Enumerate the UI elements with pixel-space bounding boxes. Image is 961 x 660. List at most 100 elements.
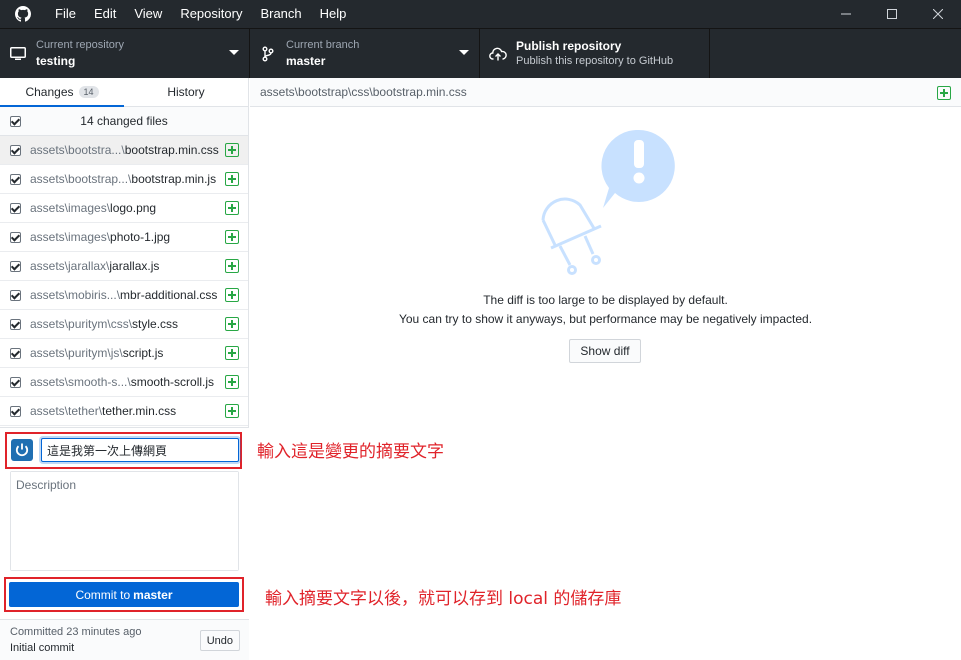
- list-item[interactable]: assets\images\photo-1.jpg: [0, 223, 248, 252]
- large-diff-illustration-icon: [541, 130, 675, 275]
- list-item[interactable]: assets\bootstra...\bootstrap.min.css: [0, 136, 248, 165]
- file-checkbox[interactable]: [10, 348, 21, 359]
- description-box: [10, 471, 239, 571]
- file-added-icon: [225, 288, 239, 302]
- list-item[interactable]: assets\smooth-s...\smooth-scroll.js: [0, 368, 248, 397]
- maximize-icon: [887, 9, 897, 19]
- power-icon: [15, 443, 29, 457]
- list-item[interactable]: assets\images\logo.png: [0, 194, 248, 223]
- branch-name: master: [286, 54, 326, 68]
- show-diff-button[interactable]: Show diff: [569, 339, 641, 363]
- close-button[interactable]: [915, 0, 961, 28]
- tab-history[interactable]: History: [124, 78, 248, 106]
- publish-title: Publish repository: [516, 39, 622, 53]
- current-branch-dropdown[interactable]: Current branch master: [250, 29, 480, 78]
- monitor-icon: [0, 46, 36, 61]
- menu-help[interactable]: Help: [311, 0, 356, 28]
- file-checkbox[interactable]: [10, 290, 21, 301]
- menu-bar: File Edit View Repository Branch Help: [46, 0, 355, 28]
- file-name: jarallax.js: [109, 259, 160, 273]
- commit-form: Commit to master Committed 23 minutes ag…: [0, 427, 249, 660]
- file-name: bootstrap.min.css: [124, 143, 219, 157]
- file-added-icon: [225, 346, 239, 360]
- file-added-icon: [225, 172, 239, 186]
- tab-history-label: History: [167, 85, 205, 99]
- last-commit-message: Initial commit: [10, 642, 75, 654]
- list-item[interactable]: assets\jarallax\jarallax.js: [0, 252, 248, 281]
- list-item[interactable]: assets\puritym\js\script.js: [0, 339, 248, 368]
- changes-sidebar: Changes 14 History 14 changed files asse…: [0, 78, 249, 660]
- file-path: assets\puritym\js\script.js: [30, 339, 163, 368]
- tab-changes-label: Changes: [25, 85, 74, 99]
- summary-annotation: 輸入這是變更的摘要文字: [257, 442, 444, 462]
- file-path: assets\tether\tether.min.css: [30, 397, 176, 426]
- file-dir: assets\tether\: [30, 404, 103, 418]
- file-checkbox[interactable]: [10, 203, 21, 214]
- sidebar-tabs: Changes 14 History: [0, 78, 248, 107]
- file-checkbox[interactable]: [10, 232, 21, 243]
- file-path: assets\smooth-s...\smooth-scroll.js: [30, 368, 214, 397]
- list-item[interactable]: assets\bootstrap...\bootstrap.min.js: [0, 165, 248, 194]
- cloud-upload-icon: [480, 47, 516, 61]
- file-dir: assets\bootstrap...\: [30, 172, 132, 186]
- file-dir: assets\puritym\css\: [30, 317, 133, 331]
- summary-highlight: [5, 432, 242, 469]
- minimize-icon: [841, 13, 851, 15]
- file-name: tether.min.css: [102, 404, 177, 418]
- menu-edit[interactable]: Edit: [85, 0, 125, 28]
- file-name: logo.png: [110, 201, 157, 215]
- commit-summary-input[interactable]: [41, 438, 239, 462]
- commit-button-prefix: Commit to: [75, 587, 131, 602]
- menu-file[interactable]: File: [46, 0, 85, 28]
- current-repository-dropdown[interactable]: Current repository testing: [0, 29, 250, 78]
- last-commit-time: Committed 23 minutes ago: [10, 626, 142, 638]
- file-added-icon: [225, 201, 239, 215]
- menu-branch[interactable]: Branch: [251, 0, 310, 28]
- list-item[interactable]: assets\mobiris...\mbr-additional.css: [0, 281, 248, 310]
- file-checkbox[interactable]: [10, 406, 21, 417]
- file-checkbox[interactable]: [10, 261, 21, 272]
- file-name: style.css: [132, 317, 179, 331]
- list-item[interactable]: assets\puritym\css\style.css: [0, 310, 248, 339]
- file-added-icon: [225, 143, 239, 157]
- file-checkbox[interactable]: [10, 145, 21, 156]
- select-all-checkbox[interactable]: [10, 116, 21, 127]
- undo-button[interactable]: Undo: [199, 630, 240, 651]
- publish-repository-button[interactable]: Publish repository Publish this reposito…: [480, 29, 710, 78]
- close-icon: [933, 9, 943, 19]
- file-dir: assets\jarallax\: [30, 259, 110, 273]
- branch-icon: [250, 46, 286, 62]
- file-path: assets\puritym\css\style.css: [30, 310, 178, 339]
- maximize-button[interactable]: [869, 0, 915, 28]
- changes-count-badge: 14: [78, 86, 99, 98]
- file-name: photo-1.jpg: [110, 230, 171, 244]
- commit-annotation: 輸入摘要文字以後，就可以存到 local 的儲存庫: [265, 589, 622, 609]
- file-dir: assets\mobiris...\: [30, 288, 121, 302]
- minimize-button[interactable]: [823, 0, 869, 28]
- file-name: mbr-additional.css: [120, 288, 218, 302]
- file-added-icon: [225, 230, 239, 244]
- diff-header: assets\bootstrap\css\bootstrap.min.css: [250, 78, 961, 107]
- diff-warning-message: You can try to show it anyways, but perf…: [398, 312, 813, 326]
- file-list: assets\bootstra...\bootstrap.min.css ass…: [0, 136, 248, 426]
- chevron-down-icon: [459, 50, 469, 55]
- branch-label: Current branch: [286, 39, 360, 51]
- file-added-icon: [225, 375, 239, 389]
- file-checkbox[interactable]: [10, 174, 21, 185]
- commit-button[interactable]: Commit to master: [9, 582, 239, 607]
- diff-panel: assets\bootstrap\css\bootstrap.min.css T…: [250, 78, 961, 660]
- avatar: [11, 439, 33, 461]
- publish-subtitle: Publish this repository to GitHub: [516, 55, 674, 67]
- file-dir: assets\bootstra...\: [30, 143, 125, 157]
- repository-name: testing: [36, 54, 76, 68]
- menu-repository[interactable]: Repository: [171, 0, 251, 28]
- file-checkbox[interactable]: [10, 377, 21, 388]
- file-added-icon: [225, 259, 239, 273]
- tab-changes[interactable]: Changes 14: [0, 78, 124, 107]
- commit-button-highlight: Commit to master: [4, 577, 244, 612]
- file-checkbox[interactable]: [10, 319, 21, 330]
- list-item[interactable]: assets\tether\tether.min.css: [0, 397, 248, 426]
- menu-view[interactable]: View: [125, 0, 171, 28]
- commit-description-input[interactable]: [11, 472, 238, 570]
- changed-files-header: 14 changed files: [0, 107, 248, 136]
